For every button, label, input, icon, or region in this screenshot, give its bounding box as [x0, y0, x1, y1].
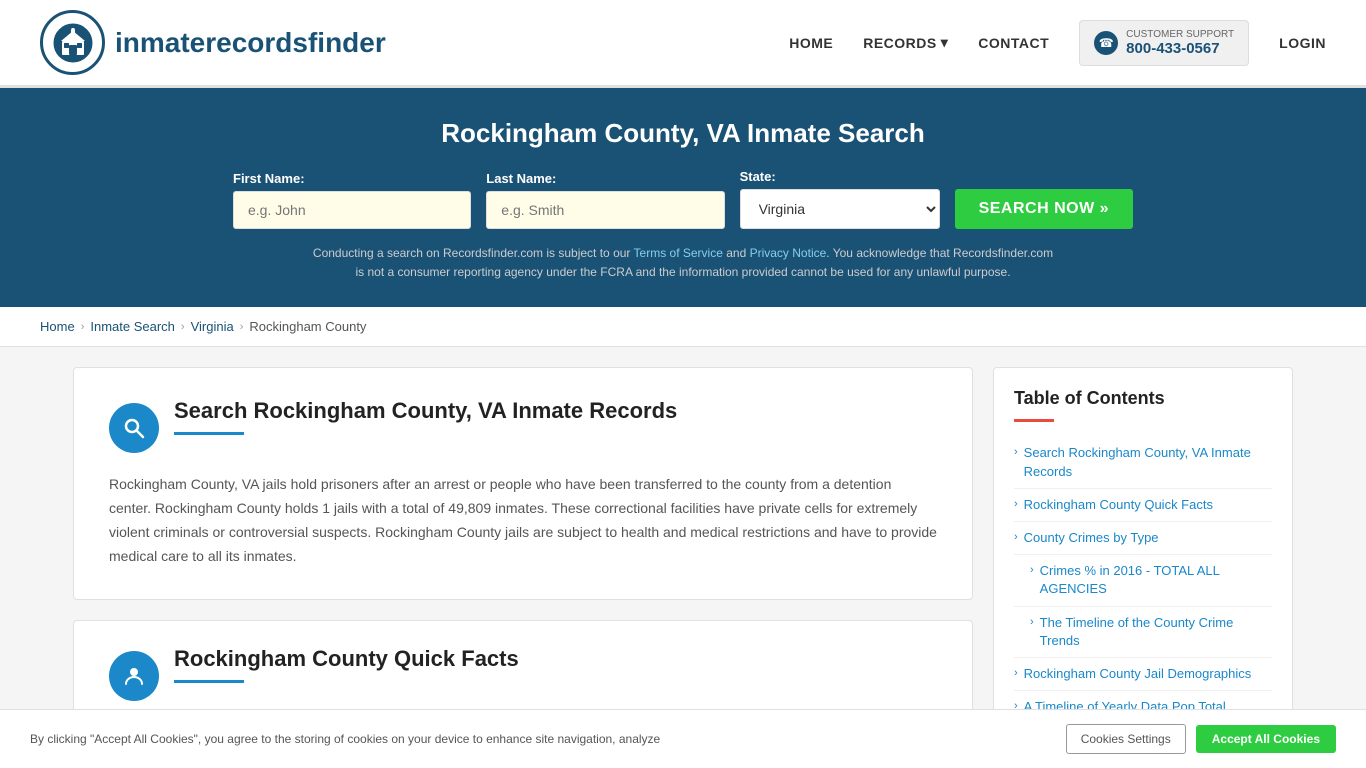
hero-section: Rockingham County, VA Inmate Search Firs…: [0, 88, 1366, 307]
state-group: State: Virginia: [740, 169, 940, 229]
quick-facts-title: Rockingham County Quick Facts: [174, 646, 519, 672]
cookie-settings-button[interactable]: Cookies Settings: [1066, 724, 1186, 754]
state-label: State:: [740, 169, 940, 184]
toc-link-2[interactable]: Rockingham County Quick Facts: [1024, 496, 1213, 514]
breadcrumb-sep-3: ›: [240, 321, 244, 333]
nav-contact[interactable]: CONTACT: [978, 35, 1049, 51]
search-icon: [109, 403, 159, 453]
first-name-group: First Name:: [233, 171, 471, 229]
quick-facts-title-block: Rockingham County Quick Facts: [174, 646, 519, 683]
nav-records[interactable]: RECORDS ▾: [863, 34, 948, 51]
last-name-group: Last Name:: [486, 171, 724, 229]
privacy-link[interactable]: Privacy Notice: [750, 246, 827, 260]
tos-link[interactable]: Terms of Service: [634, 246, 723, 260]
toc-card: Table of Contents › Search Rockingham Co…: [993, 367, 1293, 744]
breadcrumb-home[interactable]: Home: [40, 319, 75, 334]
last-name-label: Last Name:: [486, 171, 724, 186]
first-name-label: First Name:: [233, 171, 471, 186]
nav-area: HOME RECORDS ▾ CONTACT ☎ CUSTOMER SUPPOR…: [789, 20, 1326, 66]
toc-chevron-5: ›: [1030, 616, 1034, 628]
inmate-records-card: Search Rockingham County, VA Inmate Reco…: [73, 367, 973, 599]
toc-list: › Search Rockingham County, VA Inmate Re…: [1014, 437, 1272, 723]
section-body: Rockingham County, VA jails hold prisone…: [109, 473, 937, 568]
breadcrumb-current: Rockingham County: [249, 319, 366, 334]
quick-facts-icon: [109, 651, 159, 701]
section-header: Search Rockingham County, VA Inmate Reco…: [109, 398, 937, 453]
breadcrumb: Home › Inmate Search › Virginia › Rockin…: [0, 307, 1366, 347]
hero-title: Rockingham County, VA Inmate Search: [40, 118, 1326, 149]
toc-link-3[interactable]: County Crimes by Type: [1024, 529, 1159, 547]
toc-link-4[interactable]: Crimes % in 2016 - TOTAL ALL AGENCIES: [1040, 562, 1272, 598]
toc-chevron-1: ›: [1014, 446, 1018, 458]
title-underline: [174, 432, 244, 435]
toc-link-1[interactable]: Search Rockingham County, VA Inmate Reco…: [1024, 444, 1272, 480]
cookie-accept-button[interactable]: Accept All Cookies: [1196, 725, 1336, 753]
logo-area: inmaterecordsfinder: [40, 10, 386, 75]
breadcrumb-virginia[interactable]: Virginia: [191, 319, 234, 334]
section-title: Search Rockingham County, VA Inmate Reco…: [174, 398, 677, 424]
toc-chevron-6: ›: [1014, 667, 1018, 679]
toc-item-4[interactable]: › Crimes % in 2016 - TOTAL ALL AGENCIES: [1014, 555, 1272, 606]
toc-item-1[interactable]: › Search Rockingham County, VA Inmate Re…: [1014, 437, 1272, 488]
toc-item-3[interactable]: › County Crimes by Type: [1014, 522, 1272, 555]
disclaimer-text: Conducting a search on Recordsfinder.com…: [308, 244, 1058, 282]
support-box[interactable]: ☎ CUSTOMER SUPPORT 800-433-0567: [1079, 20, 1249, 66]
toc-item-6[interactable]: › Rockingham County Jail Demographics: [1014, 658, 1272, 691]
nav-home[interactable]: HOME: [789, 35, 833, 51]
toc-chevron-3: ›: [1014, 531, 1018, 543]
state-select[interactable]: Virginia: [740, 189, 940, 229]
toc-item-2[interactable]: › Rockingham County Quick Facts: [1014, 489, 1272, 522]
toc-divider: [1014, 419, 1054, 422]
cookie-text: By clicking "Accept All Cookies", you ag…: [30, 732, 1046, 746]
support-info: CUSTOMER SUPPORT 800-433-0567: [1126, 29, 1234, 57]
sidebar: Table of Contents › Search Rockingham Co…: [993, 367, 1293, 744]
quick-facts-underline: [174, 680, 244, 683]
breadcrumb-sep-1: ›: [81, 321, 85, 333]
search-form: First Name: Last Name: State: Virginia S…: [233, 169, 1133, 229]
logo-text: inmaterecordsfinder: [115, 27, 386, 59]
support-phone: 800-433-0567: [1126, 40, 1234, 57]
logo-text-regular: inmaterecords: [115, 27, 308, 58]
toc-title: Table of Contents: [1014, 388, 1272, 409]
phone-icon: ☎: [1094, 31, 1118, 55]
search-button[interactable]: SEARCH NOW »: [955, 189, 1133, 229]
chevron-down-icon: ▾: [941, 34, 949, 51]
content-area: Search Rockingham County, VA Inmate Reco…: [73, 367, 973, 744]
first-name-input[interactable]: [233, 191, 471, 229]
main-content: Search Rockingham County, VA Inmate Reco…: [33, 347, 1333, 764]
toc-chevron-2: ›: [1014, 498, 1018, 510]
logo-text-bold: finder: [308, 27, 386, 58]
toc-link-6[interactable]: Rockingham County Jail Demographics: [1024, 665, 1252, 683]
toc-link-5[interactable]: The Timeline of the County Crime Trends: [1040, 614, 1272, 650]
cookie-actions: Cookies Settings Accept All Cookies: [1066, 724, 1336, 754]
last-name-input[interactable]: [486, 191, 724, 229]
breadcrumb-inmate-search[interactable]: Inmate Search: [90, 319, 175, 334]
section-title-block: Search Rockingham County, VA Inmate Reco…: [174, 398, 677, 435]
support-label: CUSTOMER SUPPORT: [1126, 29, 1234, 40]
quick-facts-header: Rockingham County Quick Facts: [109, 646, 937, 701]
site-header: inmaterecordsfinder HOME RECORDS ▾ CONTA…: [0, 0, 1366, 88]
toc-item-5[interactable]: › The Timeline of the County Crime Trend…: [1014, 607, 1272, 658]
breadcrumb-sep-2: ›: [181, 321, 185, 333]
cookie-banner: By clicking "Accept All Cookies", you ag…: [0, 709, 1366, 768]
nav-login[interactable]: LOGIN: [1279, 35, 1326, 51]
logo-icon[interactable]: [40, 10, 105, 75]
toc-chevron-4: ›: [1030, 564, 1034, 576]
